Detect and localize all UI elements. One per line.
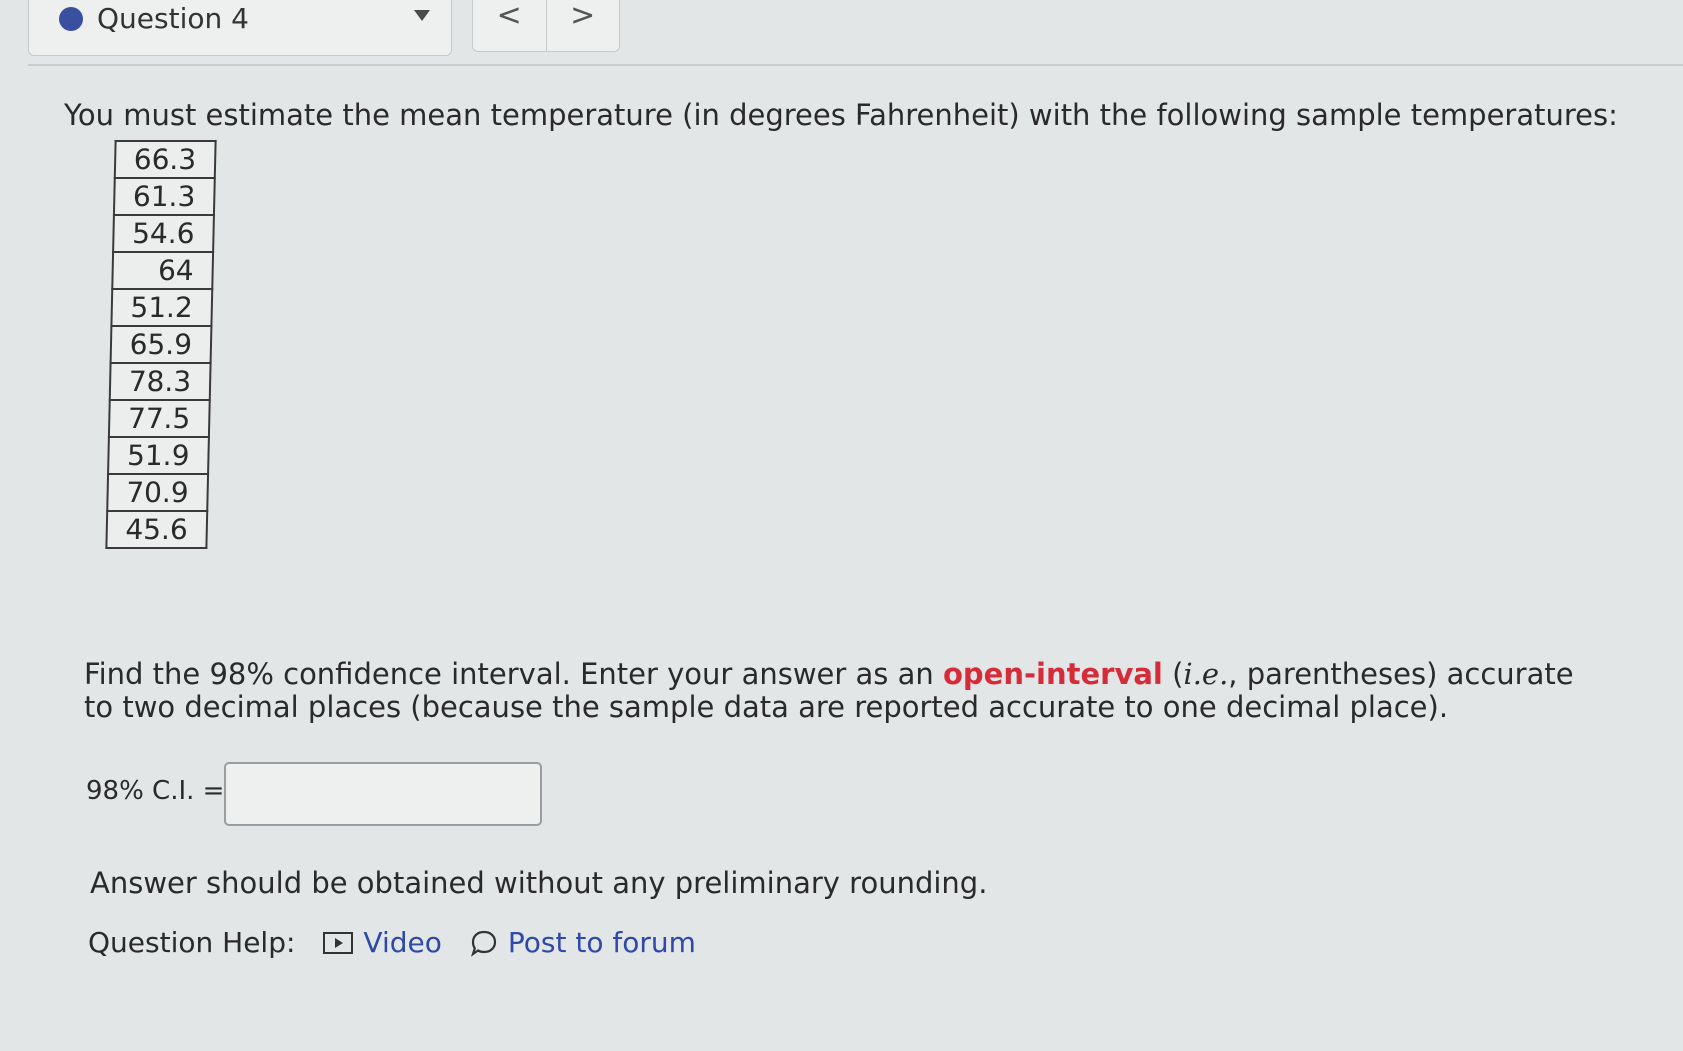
table-row: 66.3 — [114, 141, 216, 178]
ci-label: 98% C.I. = — [86, 776, 225, 806]
header-divider — [28, 64, 1683, 66]
question-selector[interactable]: Question 4 — [28, 0, 452, 56]
instructions: Find the 98% confidence interval. Enter … — [84, 658, 1584, 724]
rounding-note: Answer should be obtained without any pr… — [90, 866, 988, 900]
speech-bubble-icon — [470, 930, 496, 957]
temperature-cell: 61.3 — [113, 178, 215, 215]
temperature-cell: 54.6 — [113, 215, 214, 252]
table-row: 78.3 — [109, 363, 211, 400]
temperature-table: 66.3 61.3 54.6 64 51.2 65.9 78.3 77.5 51.9 70.9 45… — [105, 140, 216, 549]
status-dot-icon — [59, 7, 83, 31]
temperature-cell: 51.9 — [108, 437, 209, 474]
table-row: 77.5 — [108, 400, 210, 437]
table-row: 54.6 — [113, 215, 214, 252]
instructions-text-2: ( — [1162, 657, 1184, 691]
table-row: 61.3 — [113, 178, 215, 215]
temperature-cell: 66.3 — [114, 141, 216, 178]
table-row: 65.9 — [110, 326, 212, 363]
previous-question-button[interactable]: < — [473, 0, 547, 51]
instructions-text-1: Find the 98% confidence interval. Enter … — [84, 657, 943, 691]
temperature-cell: 78.3 — [109, 363, 211, 400]
post-to-forum-link[interactable]: Post to forum — [470, 926, 696, 959]
temperature-cell: 51.2 — [111, 289, 213, 326]
video-link[interactable]: Video — [323, 926, 442, 959]
temperature-cell: 45.6 — [106, 511, 208, 548]
temperature-cell: 70.9 — [107, 474, 209, 511]
table-row: 51.2 — [111, 289, 213, 326]
ie-text: i.e. — [1183, 657, 1229, 691]
table-row: 51.9 — [108, 437, 209, 474]
table-row: 45.6 — [106, 511, 208, 548]
video-label: Video — [363, 926, 442, 959]
help-label: Question Help: — [88, 926, 296, 959]
caret-down-icon[interactable] — [414, 10, 430, 21]
video-icon — [323, 931, 354, 954]
temperature-cell: 64 — [112, 252, 214, 289]
page: Question 4 < > You must estimate the mea… — [0, 0, 1683, 1051]
table-row: 70.9 — [107, 474, 209, 511]
temperature-cell: 65.9 — [110, 326, 212, 363]
temperature-cell: 77.5 — [108, 400, 210, 437]
forum-label: Post to forum — [507, 926, 696, 959]
question-nav: < > — [472, 0, 620, 52]
table-row: 64 — [112, 252, 214, 289]
question-label: Question 4 — [97, 2, 249, 35]
open-interval-term: open-interval — [943, 657, 1163, 691]
next-question-button[interactable]: > — [547, 0, 620, 51]
ci-answer-input[interactable] — [224, 762, 542, 826]
question-prompt: You must estimate the mean temperature (… — [64, 98, 1618, 132]
question-help: Question Help: Video Post to forum — [88, 926, 696, 959]
